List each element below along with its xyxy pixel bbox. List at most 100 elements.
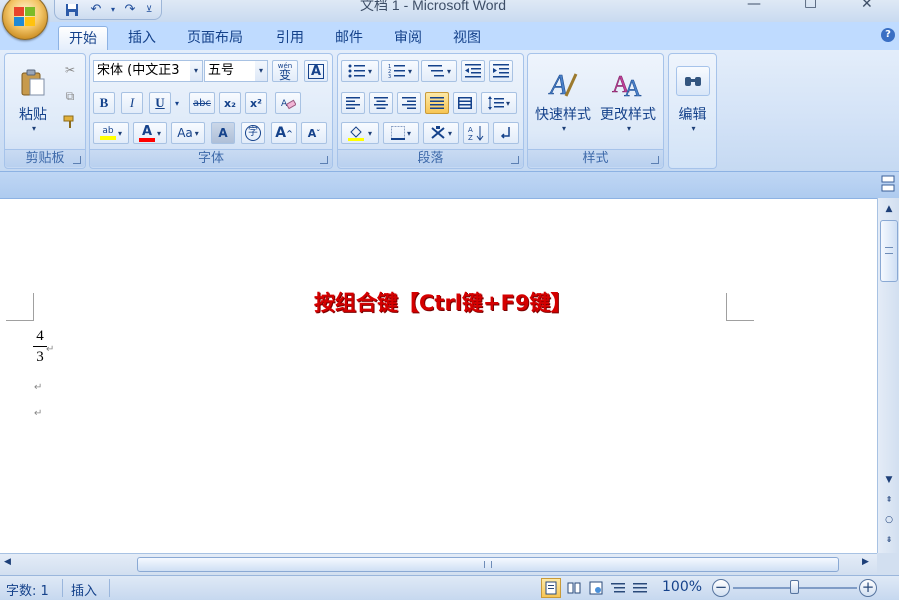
- save-icon[interactable]: [61, 1, 83, 19]
- tab-mailings[interactable]: 邮件: [325, 26, 373, 50]
- tab-references[interactable]: 引用: [266, 26, 314, 50]
- change-case-button[interactable]: Aa ▾: [171, 122, 205, 144]
- tab-review[interactable]: 审阅: [384, 26, 432, 50]
- paragraph-mark-icon: [500, 127, 510, 139]
- grow-font-button[interactable]: A ^: [271, 122, 297, 144]
- scroll-left-icon[interactable]: ◀: [4, 557, 11, 567]
- chinese-layout-button[interactable]: ▾: [423, 122, 459, 144]
- zoom-slider-knob[interactable]: [790, 580, 799, 594]
- font-name-dropdown-icon[interactable]: ▾: [190, 61, 202, 81]
- sort-button[interactable]: AZ: [463, 122, 489, 144]
- quick-styles-button[interactable]: A 快速样式 ▾: [532, 58, 594, 140]
- web-layout-view-icon[interactable]: [586, 578, 606, 598]
- styles-launcher-icon[interactable]: [651, 156, 659, 164]
- document-page[interactable]: 按组合键【Ctrl键+F9键】 4 3 ↵ ↵ ↵: [0, 198, 877, 553]
- underline-button[interactable]: U: [149, 92, 171, 114]
- editing-button[interactable]: 编辑 ▾: [671, 58, 714, 140]
- increase-indent-button[interactable]: [489, 60, 513, 82]
- cut-icon[interactable]: ✂: [59, 60, 81, 80]
- outline-view-icon[interactable]: [608, 578, 628, 598]
- scroll-down-icon[interactable]: ▼: [880, 472, 898, 488]
- minimize-icon[interactable]: —: [747, 0, 761, 12]
- reading-view-icon[interactable]: [564, 578, 584, 598]
- superscript-button[interactable]: x²: [245, 92, 267, 114]
- font-name-combo[interactable]: 宋体 (中文正3 ▾: [93, 60, 203, 82]
- print-layout-view-icon[interactable]: [541, 578, 561, 598]
- scroll-right-icon[interactable]: ▶: [862, 557, 869, 567]
- subscript-button[interactable]: x₂: [219, 92, 241, 114]
- undo-dropdown-icon[interactable]: ▾: [109, 1, 117, 19]
- undo-icon[interactable]: ↶: [85, 1, 107, 19]
- italic-button[interactable]: I: [121, 92, 143, 114]
- distributed-icon: [458, 97, 472, 109]
- tab-page-layout[interactable]: 页面布局: [177, 26, 253, 50]
- document-heading[interactable]: 按组合键【Ctrl键+F9键】: [314, 287, 572, 317]
- fraction-field[interactable]: 4 3: [33, 327, 47, 366]
- zoom-level[interactable]: 100%: [662, 579, 702, 595]
- bold-button[interactable]: B: [93, 92, 115, 114]
- copy-icon[interactable]: ⧉: [59, 86, 81, 106]
- decrease-indent-button[interactable]: [461, 60, 485, 82]
- vertical-scroll-thumb[interactable]: [880, 220, 898, 282]
- align-right-button[interactable]: [397, 92, 421, 114]
- align-left-button[interactable]: [341, 92, 365, 114]
- help-icon[interactable]: ?: [881, 28, 895, 42]
- clear-formatting-button[interactable]: A: [275, 92, 301, 114]
- view-ruler-icon[interactable]: [877, 175, 899, 195]
- sort-icon: AZ: [468, 126, 484, 141]
- distributed-button[interactable]: [453, 92, 477, 114]
- close-icon[interactable]: ✕: [861, 0, 873, 12]
- char-shading-button[interactable]: A: [211, 122, 235, 144]
- font-color-button[interactable]: A ▾: [133, 122, 167, 144]
- select-browse-object-icon[interactable]: ○: [880, 512, 898, 528]
- tab-home[interactable]: 开始: [58, 26, 108, 50]
- justify-button[interactable]: [425, 92, 449, 114]
- paragraph-launcher-icon[interactable]: [511, 156, 519, 164]
- horizontal-scrollbar[interactable]: ◀ ▶: [0, 553, 877, 575]
- tab-insert[interactable]: 插入: [118, 26, 166, 50]
- previous-page-icon[interactable]: ⇞: [880, 492, 898, 508]
- font-size-combo[interactable]: 五号 ▾: [204, 60, 268, 82]
- align-center-button[interactable]: [369, 92, 393, 114]
- paste-button[interactable]: 粘贴 ▾: [11, 60, 55, 140]
- line-spacing-button[interactable]: ▾: [481, 92, 517, 114]
- format-painter-icon[interactable]: [59, 112, 81, 132]
- strikethrough-button[interactable]: abc: [189, 92, 215, 114]
- quick-access-toolbar: ↶ ▾ ↷ ⊻: [54, 0, 162, 20]
- bullets-button[interactable]: ▾: [341, 60, 379, 82]
- highlight-button[interactable]: ab ▾: [93, 122, 129, 144]
- redo-icon[interactable]: ↷: [119, 1, 141, 19]
- char-border-button[interactable]: A: [304, 60, 328, 82]
- multilevel-list-button[interactable]: ▾: [421, 60, 457, 82]
- font-color-swatch: [138, 137, 155, 142]
- font-launcher-icon[interactable]: [320, 156, 328, 164]
- borders-button[interactable]: ▾: [383, 122, 419, 144]
- change-styles-button[interactable]: A A 更改样式 ▾: [596, 58, 660, 140]
- clipboard-launcher-icon[interactable]: [73, 156, 81, 164]
- maximize-icon[interactable]: □: [804, 0, 817, 10]
- shading-button[interactable]: ▾: [341, 122, 379, 144]
- insert-mode[interactable]: 插入: [71, 580, 97, 599]
- status-separator: [109, 579, 110, 597]
- zoom-out-icon[interactable]: −: [712, 579, 730, 597]
- numbering-icon: 123: [388, 64, 405, 78]
- show-marks-button[interactable]: [493, 122, 519, 144]
- next-page-icon[interactable]: ⇟: [880, 532, 898, 548]
- tab-view[interactable]: 视图: [443, 26, 491, 50]
- highlighter-icon: ab: [102, 126, 114, 136]
- zoom-in-icon[interactable]: +: [859, 579, 877, 597]
- shrink-font-button[interactable]: Aˇ: [301, 122, 327, 144]
- font-size-dropdown-icon[interactable]: ▾: [255, 61, 267, 81]
- customize-qat-icon[interactable]: ⊻: [143, 1, 155, 19]
- window-title: 文档 1 - Microsoft Word: [360, 0, 506, 13]
- scroll-up-icon[interactable]: ▲: [880, 201, 898, 217]
- numbering-button[interactable]: 123 ▾: [381, 60, 419, 82]
- phonetic-guide-button[interactable]: wén 变: [272, 60, 298, 82]
- vertical-scrollbar[interactable]: ▲ ▼ ⇞ ○ ⇟: [877, 198, 899, 553]
- word-count[interactable]: 字数: 1: [6, 580, 49, 599]
- enclose-char-button[interactable]: 字: [241, 122, 265, 144]
- draft-view-icon[interactable]: [630, 578, 650, 598]
- paragraph-mark: ↵: [34, 408, 43, 419]
- underline-dropdown-icon[interactable]: ▾: [171, 92, 183, 114]
- horizontal-scroll-thumb[interactable]: [137, 557, 839, 572]
